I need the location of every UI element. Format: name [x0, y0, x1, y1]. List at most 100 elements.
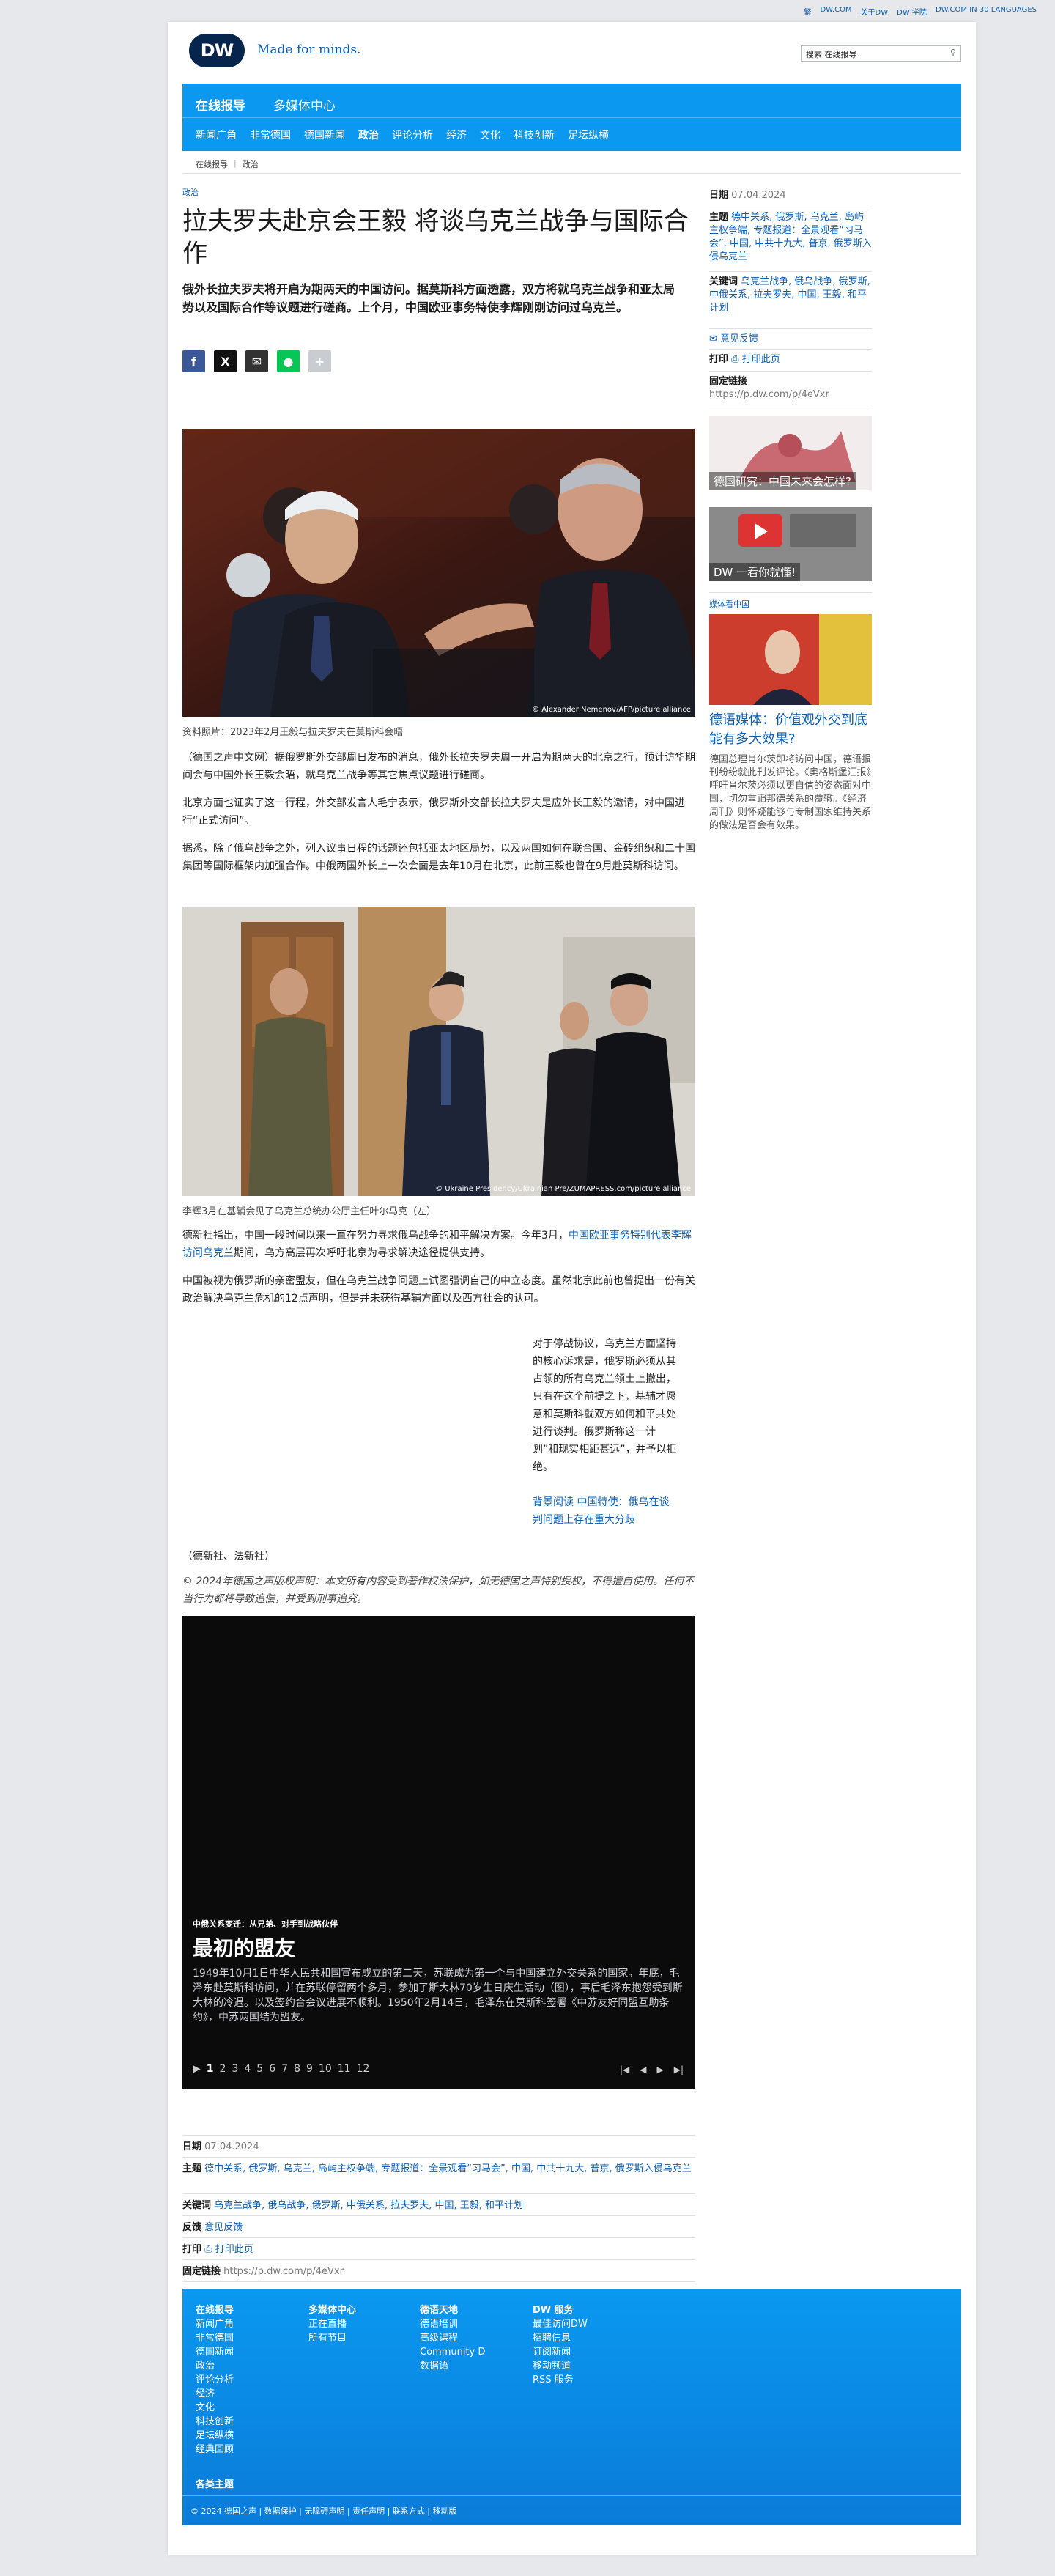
gallery-page[interactable]: 7 — [281, 2063, 288, 2075]
photo-credit: © Alexander Nemenov/AFP/picture alliance — [532, 706, 691, 714]
first-icon[interactable]: |◀ — [620, 2064, 629, 2075]
nav-item-german-news[interactable]: 德国新闻 — [304, 128, 345, 142]
nav-item-commentary[interactable]: 评论分析 — [392, 128, 433, 142]
nav-item-politics[interactable]: 政治 — [358, 128, 379, 142]
link-dw-com[interactable]: DW.COM — [820, 6, 851, 17]
footer-link[interactable]: 评论分析 — [196, 2373, 234, 2387]
nav-item-football[interactable]: 足坛纵横 — [568, 128, 609, 142]
breadcrumb-item[interactable]: 政治 — [243, 158, 259, 170]
side-story-title[interactable]: 德语媒体：价值观外交到底能有多大效果? — [709, 711, 872, 749]
meta-permalink[interactable]: 固定链接 https://p.dw.com/p/4eVxr — [182, 2265, 695, 2278]
photo-caption: 资料照片：2023年2月王毅与拉夫罗夫在莫斯科会晤 — [182, 727, 404, 738]
nav-item-culture[interactable]: 文化 — [480, 128, 500, 142]
meta-print[interactable]: 打印 ⎙ 打印此页 — [182, 2243, 695, 2256]
gallery-page[interactable]: 2 — [220, 2063, 226, 2075]
meta-keywords[interactable]: 关键词 乌克兰战争, 俄乌战争, 俄罗斯, 中俄关系, 拉夫罗夫, 中国, 王毅… — [182, 2199, 695, 2213]
side-topics[interactable]: 主题 德中关系, 俄罗斯, 乌克兰, 岛屿主权争端, 专题报道：全景观看“习马会… — [709, 211, 872, 264]
gallery-page[interactable]: 11 — [338, 2063, 351, 2075]
search-input[interactable]: 搜索 在线报导 ⚲ — [801, 45, 961, 62]
nav-item-science[interactable]: 科技创新 — [514, 128, 555, 142]
side-section-label[interactable]: 媒体看中国 — [709, 598, 872, 611]
footer-heading[interactable]: DW 服务 — [533, 2303, 588, 2317]
nav-multimedia[interactable]: 多媒体中心 — [273, 95, 336, 114]
gallery-page[interactable]: 10 — [319, 2063, 332, 2075]
facebook-icon[interactable]: f — [182, 350, 205, 372]
footer-link[interactable]: 政治 — [196, 2359, 234, 2373]
footer-link[interactable]: 足坛纵横 — [196, 2429, 234, 2443]
side-permalink[interactable]: 固定链接 https://p.dw.com/p/4eVxr — [709, 375, 872, 402]
print-icon: ⎙ — [204, 2244, 212, 2255]
paragraph: 中国被视为俄罗斯的亲密盟友，但在乌克兰战争问题上试图强调自己的中立态度。虽然北京… — [182, 1275, 695, 1304]
footer-link[interactable]: 德国新闻 — [196, 2345, 234, 2359]
gallery-page[interactable]: 9 — [306, 2063, 313, 2075]
breadcrumb-item[interactable]: 在线报导 — [196, 158, 228, 170]
play-icon[interactable]: ▶ — [193, 2063, 201, 2075]
side-keywords[interactable]: 关键词 乌克兰战争, 俄乌战争, 俄罗斯, 中俄关系, 拉夫罗夫, 中国, 王毅… — [709, 276, 872, 315]
footer-link[interactable]: 非常德国 — [196, 2331, 234, 2345]
search-icon[interactable]: ⚲ — [950, 48, 956, 57]
footer-link[interactable]: 正在直播 — [308, 2317, 356, 2331]
link-dw-academy[interactable]: DW 学院 — [897, 6, 927, 17]
gallery-page[interactable]: 12 — [357, 2063, 370, 2075]
footer-link[interactable]: 最佳访问DW — [533, 2317, 588, 2331]
footer-topics-link[interactable]: 各类主题 — [196, 2476, 234, 2490]
footer-heading[interactable]: 多媒体中心 — [308, 2303, 356, 2317]
nav-online-report[interactable]: 在线报导 — [196, 95, 245, 114]
side-feedback[interactable]: ✉ 意见反馈 — [709, 333, 872, 346]
footer-heading[interactable]: 在线报导 — [196, 2303, 234, 2317]
footer-link[interactable]: 新闻广角 — [196, 2317, 234, 2331]
gallery-page[interactable]: 3 — [232, 2063, 238, 2075]
nav-item-germany[interactable]: 非常德国 — [250, 128, 291, 142]
meta-topics[interactable]: 主题 德中关系, 俄罗斯, 乌克兰, 岛屿主权争端, 专题报道：全景观看“习马会… — [182, 2162, 695, 2176]
mail-icon[interactable]: ✉ — [245, 350, 268, 372]
footer-link[interactable]: 经典回顾 — [196, 2443, 234, 2457]
promo-card-dw-video[interactable]: DW 一看你就懂! — [709, 507, 872, 581]
footer-link[interactable]: 数据语 — [420, 2359, 485, 2373]
promo-card-china-future[interactable]: 德国研究：中国未来会怎样? — [709, 416, 872, 490]
last-icon[interactable]: ▶| — [674, 2064, 684, 2075]
footer-link[interactable]: 德语培训 — [420, 2317, 485, 2331]
x-icon[interactable]: X — [214, 350, 237, 372]
link-about-dw[interactable]: 关于DW — [861, 6, 889, 17]
photo-gallery[interactable]: 中俄关系变迁：从兄弟、对手到战略伙伴 最初的盟友 1949年10月1日中华人民共… — [182, 1616, 695, 2089]
nav-item-economy[interactable]: 经济 — [446, 128, 467, 142]
footer-link[interactable]: 订阅新闻 — [533, 2345, 588, 2359]
footer-link[interactable]: 所有节目 — [308, 2331, 356, 2345]
gallery-page[interactable]: 1 — [207, 2063, 214, 2075]
side-print[interactable]: 打印 ⎙ 打印此页 — [709, 353, 872, 366]
footer-col-online: 在线报导 新闻广角 非常德国 德国新闻 政治 评论分析 经济 文化 科技创新 足… — [196, 2303, 234, 2457]
gallery-page[interactable]: 8 — [294, 2063, 300, 2075]
prev-icon[interactable]: ◀ — [640, 2064, 646, 2075]
source-line: （德新社、法新社） — [182, 1551, 275, 1562]
plus-icon[interactable]: + — [308, 350, 331, 372]
feedback-icon: ✉ — [709, 333, 717, 344]
footer-link[interactable]: 文化 — [196, 2401, 234, 2415]
footer-link[interactable]: 高级课程 — [420, 2331, 485, 2345]
next-icon[interactable]: ▶ — [656, 2064, 663, 2075]
link-traditional[interactable]: 繁 — [804, 6, 811, 17]
line-icon[interactable]: ● — [277, 350, 300, 372]
side-story-text: 德国总理肖尔茨即将访问中国，德语报刊纷纷就此刊发评论。《奥格斯堡汇报》呼吁肖尔茨… — [709, 754, 872, 831]
media-story-photo[interactable] — [709, 614, 872, 705]
footer-link[interactable]: RSS 服务 — [533, 2373, 588, 2387]
footer-link[interactable]: 移动频道 — [533, 2359, 588, 2373]
footer-link[interactable]: 科技创新 — [196, 2415, 234, 2429]
site-header: DW Made for minds. 搜索 在线报导 ⚲ — [182, 34, 961, 67]
nav-item-news[interactable]: 新闻广角 — [196, 128, 237, 142]
gallery-page[interactable]: 5 — [256, 2063, 263, 2075]
dw-logo[interactable]: DW — [189, 34, 245, 67]
gallery-page[interactable]: 4 — [244, 2063, 251, 2075]
background-reading-link[interactable]: 背景阅读 中国特使：俄乌在谈判问题上存在重大分歧 — [533, 1494, 678, 1529]
footer-col-german: 德语天地 德语培训 高级课程 Community D 数据语 — [420, 2303, 485, 2373]
article-kicker[interactable]: 政治 — [182, 186, 199, 198]
footer-link[interactable]: Community D — [420, 2345, 485, 2359]
meta-feedback[interactable]: 反馈 意见反馈 — [182, 2221, 695, 2234]
footer-heading[interactable]: 德语天地 — [420, 2303, 485, 2317]
photo-credit: © Ukraine Presidency/Ukrainian Pre/ZUMAP… — [435, 1185, 691, 1193]
footer-link[interactable]: 招聘信息 — [533, 2331, 588, 2345]
footer-link[interactable]: 经济 — [196, 2387, 234, 2401]
link-30-languages[interactable]: DW.COM IN 30 LANGUAGES — [936, 6, 1037, 17]
footer-legal[interactable]: © 2024 德国之声 | 数据保护 | 无障碍声明 | 责任声明 | 联系方式… — [190, 2505, 456, 2517]
gallery-page[interactable]: 6 — [269, 2063, 275, 2075]
breadcrumb: 在线报导 | 政治 — [196, 158, 259, 170]
